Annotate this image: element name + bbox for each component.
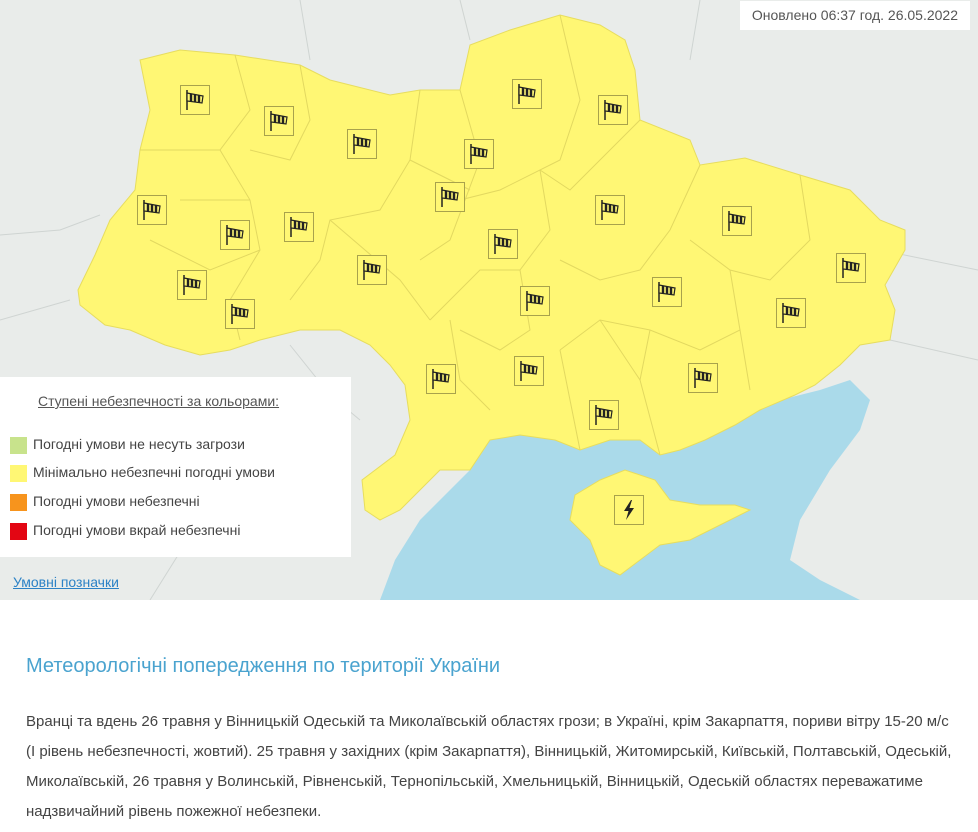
updated-timestamp: Оновлено 06:37 год. 26.05.2022 xyxy=(739,1,970,30)
wind-icon[interactable] xyxy=(180,85,210,115)
wind-icon[interactable] xyxy=(225,299,255,329)
wind-icon[interactable] xyxy=(776,298,806,328)
wind-icon[interactable] xyxy=(284,212,314,242)
legend-swatch xyxy=(10,494,27,511)
wind-icon[interactable] xyxy=(688,363,718,393)
wind-icon[interactable] xyxy=(264,106,294,136)
wind-icon[interactable] xyxy=(514,356,544,386)
wind-icon[interactable] xyxy=(520,286,550,316)
wind-icon[interactable] xyxy=(137,195,167,225)
wind-icon[interactable] xyxy=(589,400,619,430)
symbols-link[interactable]: Умовні позначки xyxy=(13,574,119,590)
wind-icon[interactable] xyxy=(357,255,387,285)
legend-label: Погодні умови вкрай небезпечні xyxy=(33,522,241,538)
warning-text: Вранці та вдень 26 травня у Вінницькій О… xyxy=(26,713,952,820)
legend-title: Ступені небезпечності за кольорами: xyxy=(38,393,280,409)
weather-map[interactable]: Оновлено 06:37 год. 26.05.2022 Ступені н… xyxy=(0,0,978,600)
legend-swatch xyxy=(10,465,27,482)
wind-icon[interactable] xyxy=(426,364,456,394)
wind-icon[interactable] xyxy=(464,139,494,169)
wind-icon[interactable] xyxy=(488,229,518,259)
legend-label: Мінімально небезпечні погодні умови xyxy=(33,464,275,480)
wind-icon[interactable] xyxy=(836,253,866,283)
thunderstorm-icon[interactable] xyxy=(614,495,644,525)
section-title: Метеорологічні попередження по території… xyxy=(26,655,501,677)
wind-icon[interactable] xyxy=(598,95,628,125)
wind-icon[interactable] xyxy=(220,220,250,250)
wind-icon[interactable] xyxy=(177,270,207,300)
legend-swatch xyxy=(10,437,27,454)
wind-icon[interactable] xyxy=(347,129,377,159)
wind-icon[interactable] xyxy=(512,79,542,109)
wind-icon[interactable] xyxy=(435,182,465,212)
legend-label: Погодні умови не несуть загрози xyxy=(33,436,245,452)
legend-swatch xyxy=(10,523,27,540)
legend-label: Погодні умови небезпечні xyxy=(33,493,200,509)
wind-icon[interactable] xyxy=(722,206,752,236)
legend-panel: Ступені небезпечності за кольорами: Пого… xyxy=(0,377,351,557)
wind-icon[interactable] xyxy=(652,277,682,307)
wind-icon[interactable] xyxy=(595,195,625,225)
